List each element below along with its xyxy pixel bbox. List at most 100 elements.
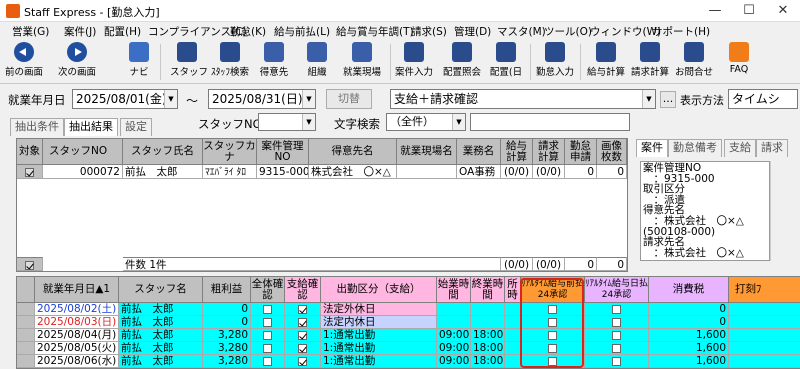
menu-management[interactable]: 管理(D) [454, 24, 491, 39]
contact-button[interactable]: お問合せ [674, 42, 714, 82]
tab-extract-results[interactable]: 抽出結果 [64, 118, 118, 136]
row-checkbox-cell[interactable] [17, 165, 43, 179]
cell-pay-confirm[interactable] [285, 316, 321, 329]
all-confirm-checkbox[interactable] [263, 304, 272, 314]
header-pay-confirm[interactable]: 支給確認 [285, 277, 321, 303]
cell-pay-confirm[interactable] [285, 303, 321, 316]
menu-advance-pay[interactable]: 給与前払(L) [274, 24, 330, 39]
faq-button[interactable]: FAQ [726, 42, 752, 82]
cell-realtime-daily-pay[interactable] [585, 316, 649, 329]
site-button[interactable]: 就業現場 [340, 42, 384, 82]
assign-day-button[interactable]: 配置(日 [486, 42, 526, 82]
menu-tools[interactable]: ツール(O) [544, 24, 592, 39]
prev-screen-button[interactable]: 前の画面 [2, 42, 46, 82]
header-attend-apply[interactable]: 勤怠申請 [565, 139, 597, 165]
header-staff-no[interactable]: スタッフNO [43, 139, 123, 165]
pay-confirm-checkbox[interactable] [298, 343, 307, 353]
header-tax[interactable]: 消費税 [649, 277, 729, 303]
billing-calc-button[interactable]: 請求計算 [630, 42, 670, 82]
all-confirm-checkbox[interactable] [263, 343, 272, 353]
header-scheduled[interactable]: 所時 [505, 277, 521, 303]
menu-case[interactable]: 案件(J) [64, 24, 96, 39]
next-screen-button[interactable]: 次の画面 [52, 42, 102, 82]
header-clock[interactable]: 打刻ﾌ [729, 277, 800, 303]
pay-confirm-checkbox[interactable] [298, 356, 307, 366]
text-search-select[interactable]: （全件） ▼ [386, 113, 466, 131]
realtime-daily-pay-checkbox[interactable] [612, 356, 621, 366]
menu-window[interactable]: ウィンドウ(W) [590, 24, 661, 39]
menu-sales[interactable]: 営業(G) [12, 24, 49, 39]
header-target[interactable]: 対象 [17, 139, 43, 165]
cell-all-confirm[interactable] [251, 355, 285, 368]
header-staff[interactable]: スタッフ名 [119, 277, 203, 303]
header-client-name[interactable]: 得意先名 [309, 139, 397, 165]
tab-extract-conditions[interactable]: 抽出条件 [10, 118, 64, 136]
chevron-down-icon[interactable]: ▼ [452, 114, 465, 130]
date-to-input[interactable]: 2025/08/31(日) ▼ [208, 89, 316, 109]
display-select[interactable]: タイムシ [728, 89, 798, 109]
pay-confirm-checkbox[interactable] [298, 304, 307, 314]
navi-button[interactable]: ナビ [126, 42, 152, 82]
tab-pay[interactable]: 支給 [724, 139, 756, 157]
realtime-daily-pay-checkbox[interactable] [612, 317, 621, 327]
staff-search-button[interactable]: ｽﾀｯﾌ検索 [208, 42, 252, 82]
cell-realtime-daily-pay[interactable] [585, 303, 649, 316]
case-input-button[interactable]: 案件入力 [394, 42, 434, 82]
pay-confirm-checkbox[interactable] [298, 330, 307, 340]
cell-realtime-daily-pay[interactable] [585, 329, 649, 342]
header-realtime-daily-pay[interactable]: ﾘｱﾙﾀｲﾑ給与日払24承認 [585, 277, 649, 303]
chevron-down-icon[interactable]: ▼ [302, 90, 315, 108]
client-button[interactable]: 得意先 [256, 42, 292, 82]
header-site-name[interactable]: 就業現場名 [397, 139, 457, 165]
header-case-no[interactable]: 案件管理NO [257, 139, 309, 165]
menu-billing[interactable]: 請求(S) [411, 24, 447, 39]
staff-button[interactable]: スタッフ [170, 42, 208, 82]
switch-button[interactable]: 切替 [326, 89, 372, 109]
realtime-daily-pay-checkbox[interactable] [612, 343, 621, 353]
menu-support[interactable]: サポート(H) [652, 24, 710, 39]
menu-master[interactable]: マスタ(M) [497, 24, 546, 39]
menu-attendance[interactable]: 勤怠(K) [230, 24, 266, 39]
header-pay-calc[interactable]: 給与計算 [501, 139, 533, 165]
all-confirm-checkbox[interactable] [263, 330, 272, 340]
maximize-button[interactable]: ☐ [732, 0, 766, 22]
date-from-input[interactable]: 2025/08/01(金) ▼ [72, 89, 178, 109]
assign-inquiry-button[interactable]: 配置照会 [442, 42, 482, 82]
cell-all-confirm[interactable] [251, 303, 285, 316]
tab-billing[interactable]: 請求 [756, 139, 788, 157]
realtime-daily-pay-checkbox[interactable] [612, 304, 621, 314]
tab-case[interactable]: 案件 [636, 139, 668, 157]
chevron-down-icon[interactable]: ▼ [164, 90, 177, 108]
cell-pay-confirm[interactable] [285, 329, 321, 342]
menu-assign[interactable]: 配置(H) [104, 24, 141, 39]
header-staff-kana[interactable]: スタッフカナ [203, 139, 257, 165]
payroll-calc-button[interactable]: 給与計算 [586, 42, 626, 82]
tab-attendance-notes[interactable]: 勤怠備考 [668, 139, 722, 157]
side-scrollbar[interactable] [770, 161, 782, 261]
row-checkbox[interactable] [25, 167, 34, 177]
cell-realtime-daily-pay[interactable] [585, 342, 649, 355]
cell-pay-confirm[interactable] [285, 342, 321, 355]
cell-pay-confirm[interactable] [285, 355, 321, 368]
header-work-date[interactable]: 就業年月日▲1 [35, 277, 119, 303]
chevron-down-icon[interactable]: ▼ [302, 114, 315, 130]
all-confirm-checkbox[interactable] [263, 317, 272, 327]
staff-no-select[interactable]: ▼ [258, 113, 316, 131]
close-button[interactable]: ✕ [766, 0, 800, 22]
footer-checkbox[interactable] [25, 260, 34, 270]
header-start-time[interactable]: 始業時間 [437, 277, 471, 303]
all-confirm-checkbox[interactable] [263, 356, 272, 366]
header-all-confirm[interactable]: 全体確認 [251, 277, 285, 303]
header-job-name[interactable]: 業務名 [457, 139, 501, 165]
minimize-button[interactable]: — [698, 0, 732, 22]
ellipsis-button[interactable]: ... [660, 91, 676, 108]
header-end-time[interactable]: 終業時間 [471, 277, 505, 303]
cell-all-confirm[interactable] [251, 316, 285, 329]
org-button[interactable]: 組織 [302, 42, 332, 82]
header-attend-type[interactable]: 出勤区分（支給） [321, 277, 437, 303]
cell-all-confirm[interactable] [251, 329, 285, 342]
cell-realtime-daily-pay[interactable] [585, 355, 649, 368]
realtime-daily-pay-checkbox[interactable] [612, 330, 621, 340]
menu-payroll[interactable]: 給与賞与年調(T) [336, 24, 414, 39]
tab-settings[interactable]: 設定 [120, 118, 152, 136]
